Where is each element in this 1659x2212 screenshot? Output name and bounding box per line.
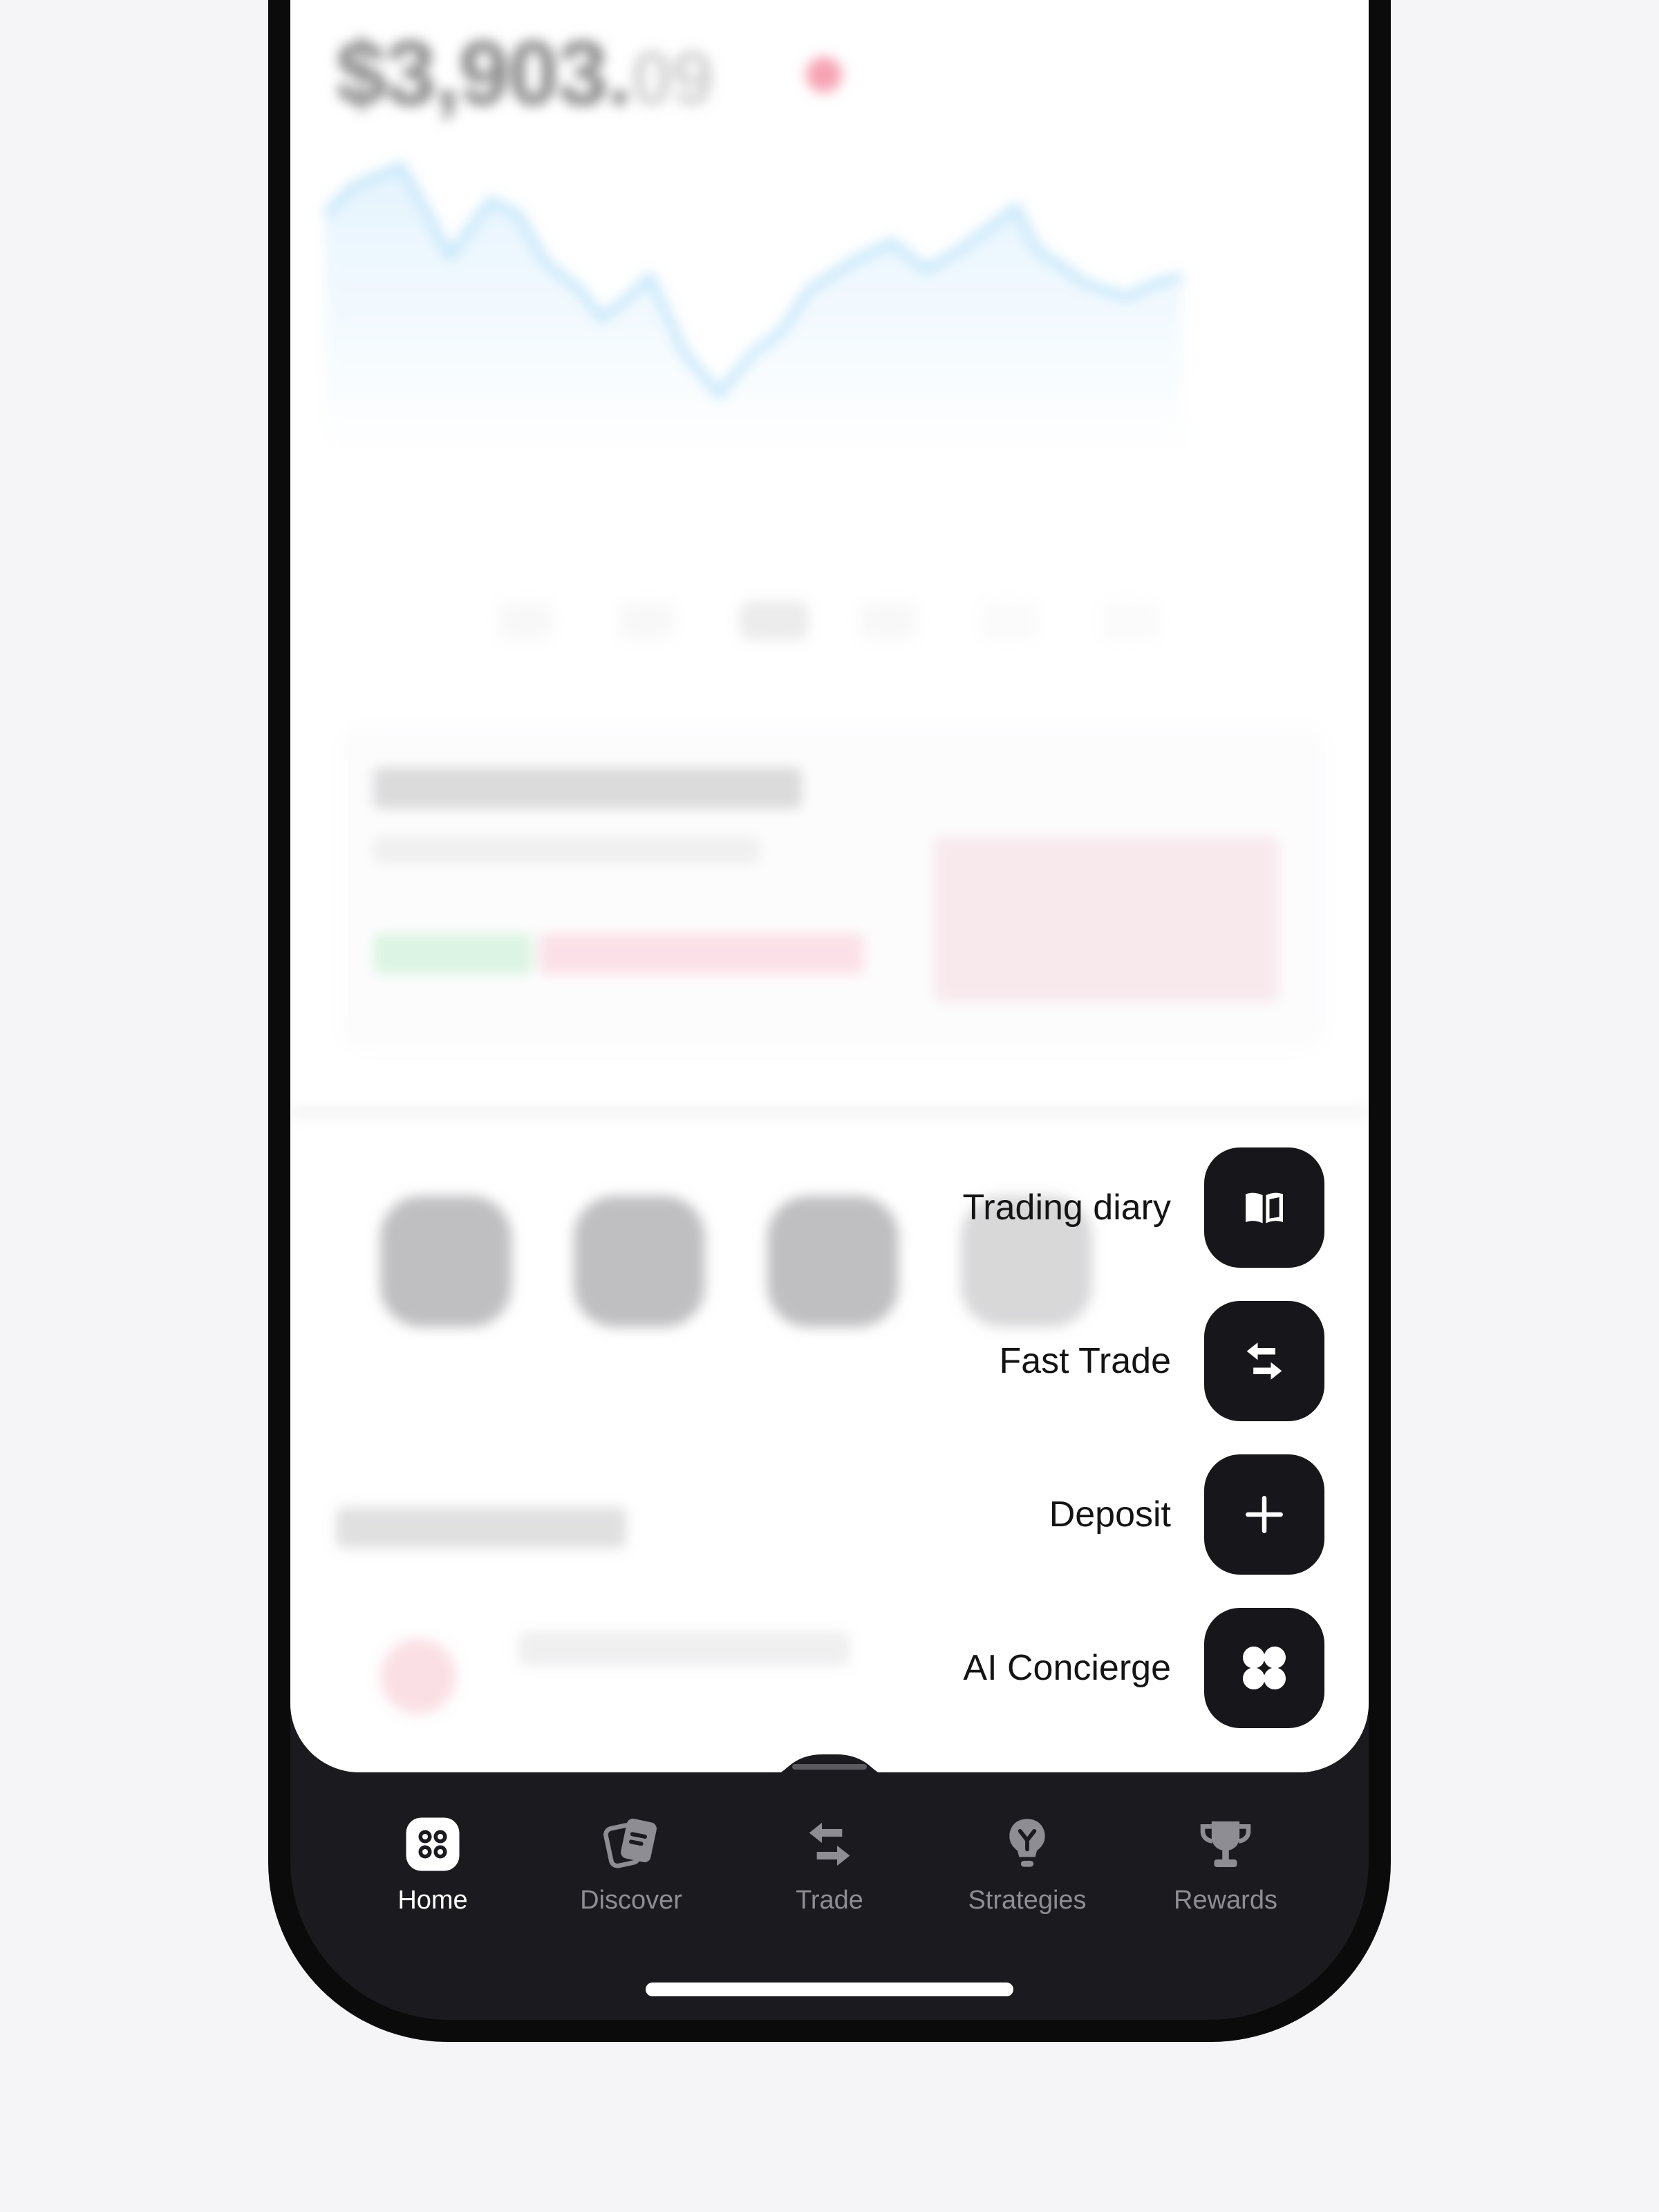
tab-label: Trade: [796, 1886, 863, 1915]
fab-label: AI Concierge: [963, 1648, 1171, 1688]
trophy-icon: [1192, 1811, 1259, 1877]
nav-grabber-handle[interactable]: [792, 1764, 867, 1770]
clover-icon: [1242, 1646, 1286, 1690]
fab-item-fast-trade[interactable]: Fast Trade: [999, 1301, 1324, 1421]
ai-concierge-button[interactable]: [1204, 1608, 1324, 1728]
tab-discover[interactable]: Discover: [548, 1811, 714, 1929]
tab-home[interactable]: Home: [350, 1811, 516, 1929]
swap-arrows-icon: [1246, 1342, 1282, 1380]
tab-strategies[interactable]: Strategies: [944, 1811, 1110, 1929]
fab-item-trading-diary[interactable]: Trading diary: [962, 1147, 1324, 1268]
fast-trade-button[interactable]: [1204, 1301, 1324, 1421]
lightbulb-icon: [994, 1811, 1060, 1877]
fab-label: Trading diary: [962, 1188, 1171, 1228]
tab-label: Home: [397, 1886, 468, 1915]
plus-icon: [1246, 1496, 1283, 1533]
fab-item-deposit[interactable]: Deposit: [1049, 1454, 1324, 1575]
tab-label: Rewards: [1174, 1886, 1277, 1915]
tab-trade[interactable]: Trade: [747, 1811, 912, 1929]
deposit-button[interactable]: [1204, 1454, 1324, 1575]
tab-label: Discover: [580, 1886, 682, 1915]
book-icon: [1246, 1192, 1283, 1224]
tab-label: Strategies: [968, 1886, 1087, 1915]
nav-notch: [747, 1754, 912, 1811]
home-indicator[interactable]: [646, 1983, 1013, 1996]
cards-icon: [598, 1811, 664, 1877]
fab-label: Fast Trade: [999, 1341, 1171, 1381]
swap-arrows-icon: [796, 1811, 863, 1877]
trading-diary-button[interactable]: [1204, 1147, 1324, 1268]
tab-rewards[interactable]: Rewards: [1143, 1811, 1309, 1929]
home-icon: [400, 1811, 466, 1877]
fab-item-ai-concierge[interactable]: AI Concierge: [963, 1608, 1324, 1728]
quick-actions-menu: Trading diary Fast Trade Deposit AI Conc…: [0, 0, 1324, 1742]
fab-label: Deposit: [1049, 1494, 1171, 1535]
